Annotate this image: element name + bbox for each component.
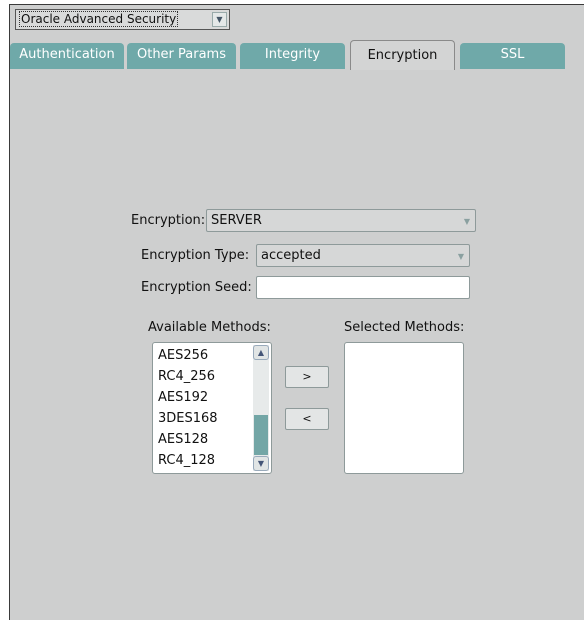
main-panel <box>9 4 584 620</box>
tab-integrity[interactable]: Integrity <box>240 43 345 69</box>
tab-authentication[interactable]: Authentication <box>10 43 124 69</box>
module-select[interactable]: Oracle Advanced Security ▼ <box>15 9 230 30</box>
list-item[interactable]: RC4_128 <box>158 453 215 468</box>
tab-label: SSL <box>500 47 525 62</box>
encryption-select-value: SERVER <box>211 213 262 228</box>
tab-ssl[interactable]: SSL <box>460 43 565 69</box>
arrow-down-icon[interactable]: ▼ <box>253 456 269 471</box>
tab-encryption[interactable]: Encryption <box>350 40 455 70</box>
selected-methods-list[interactable] <box>344 342 464 474</box>
encryption-type-value: accepted <box>261 248 321 263</box>
list-item[interactable]: 3DES168 <box>158 411 218 426</box>
list-item[interactable]: RC4_256 <box>158 369 215 384</box>
list-item[interactable]: AES128 <box>158 432 208 447</box>
tab-other-params[interactable]: Other Params <box>127 43 236 69</box>
scrollbar[interactable]: ▲ ▼ <box>253 345 269 471</box>
encryption-type-label: Encryption Type: <box>141 248 250 263</box>
tab-label: Integrity <box>264 47 321 62</box>
encryption-select[interactable]: SERVER ▼ <box>206 209 476 232</box>
list-item[interactable]: AES192 <box>158 390 208 405</box>
tab-label: Encryption <box>367 48 438 63</box>
list-item[interactable]: AES256 <box>158 348 208 363</box>
module-select-value: Oracle Advanced Security <box>19 11 179 27</box>
available-methods-list[interactable]: AES256 RC4_256 AES192 3DES168 AES128 RC4… <box>152 342 272 474</box>
encryption-seed-input[interactable] <box>256 276 470 299</box>
chevron-down-icon[interactable]: ▼ <box>212 12 227 27</box>
chevron-down-icon: ▼ <box>463 217 470 226</box>
scrollbar-thumb[interactable] <box>254 415 268 455</box>
chevron-down-icon: ▼ <box>457 252 464 261</box>
add-method-button[interactable]: > <box>285 366 329 388</box>
encryption-type-select[interactable]: accepted ▼ <box>256 244 470 267</box>
selected-methods-label: Selected Methods: <box>344 320 465 335</box>
encryption-label: Encryption: <box>131 213 206 228</box>
available-methods-label: Available Methods: <box>148 320 271 335</box>
tab-label: Other Params <box>136 47 226 62</box>
remove-method-button[interactable]: < <box>285 408 329 430</box>
tab-label: Authentication <box>19 47 115 62</box>
arrow-up-icon[interactable]: ▲ <box>253 345 269 360</box>
encryption-seed-label: Encryption Seed: <box>141 280 252 295</box>
